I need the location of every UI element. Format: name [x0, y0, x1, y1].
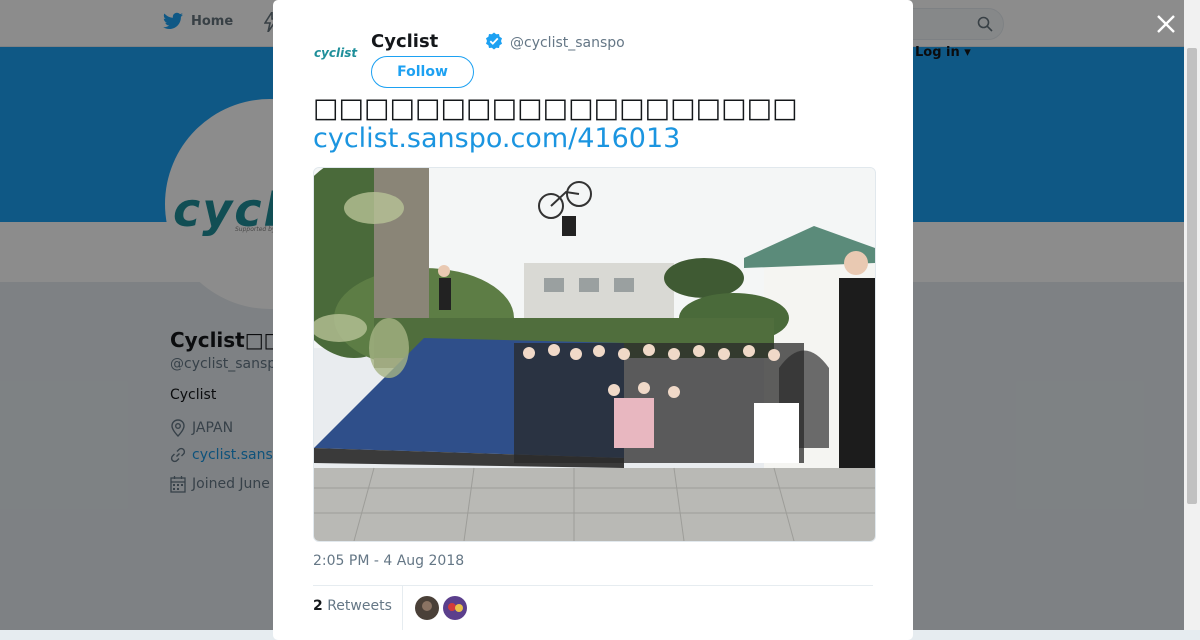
retweet-label: Retweets	[327, 598, 392, 614]
retweet-count: 2	[313, 598, 323, 614]
verified-badge-icon	[486, 32, 502, 50]
retweeter-avatar[interactable]	[415, 596, 439, 620]
scrollbar-thumb[interactable]	[1187, 48, 1197, 504]
tweet-author-avatar[interactable]: cyclist	[313, 30, 361, 78]
retweeter-avatar[interactable]	[443, 596, 467, 620]
retweet-stats[interactable]: 2 Retweets	[313, 598, 392, 614]
divider	[313, 585, 873, 586]
tweet-modal: cyclist Cyclist @cyclist_sanspo Follow □…	[273, 0, 913, 640]
avatar-mini-logo: cyclist	[314, 46, 358, 60]
tweet-author-handle[interactable]: @cyclist_sanspo	[510, 35, 625, 51]
tweet-timestamp[interactable]: 2:05 PM - 4 Aug 2018	[313, 553, 464, 569]
tweet-photo[interactable]	[313, 167, 876, 542]
follow-button[interactable]: Follow	[371, 56, 474, 88]
photo-illustration	[314, 168, 875, 541]
retweeter-avatar-image	[415, 596, 439, 620]
tweet-link[interactable]: cyclist.sanspo.com/416013	[313, 123, 680, 154]
close-icon[interactable]	[1152, 10, 1180, 38]
retweeter-avatar-image	[443, 596, 467, 620]
tweet-author-name[interactable]: Cyclist	[371, 31, 438, 52]
tweet-text: □□□□□□□□□□□□□□□□□□□	[313, 93, 798, 124]
stats-separator	[402, 586, 403, 630]
